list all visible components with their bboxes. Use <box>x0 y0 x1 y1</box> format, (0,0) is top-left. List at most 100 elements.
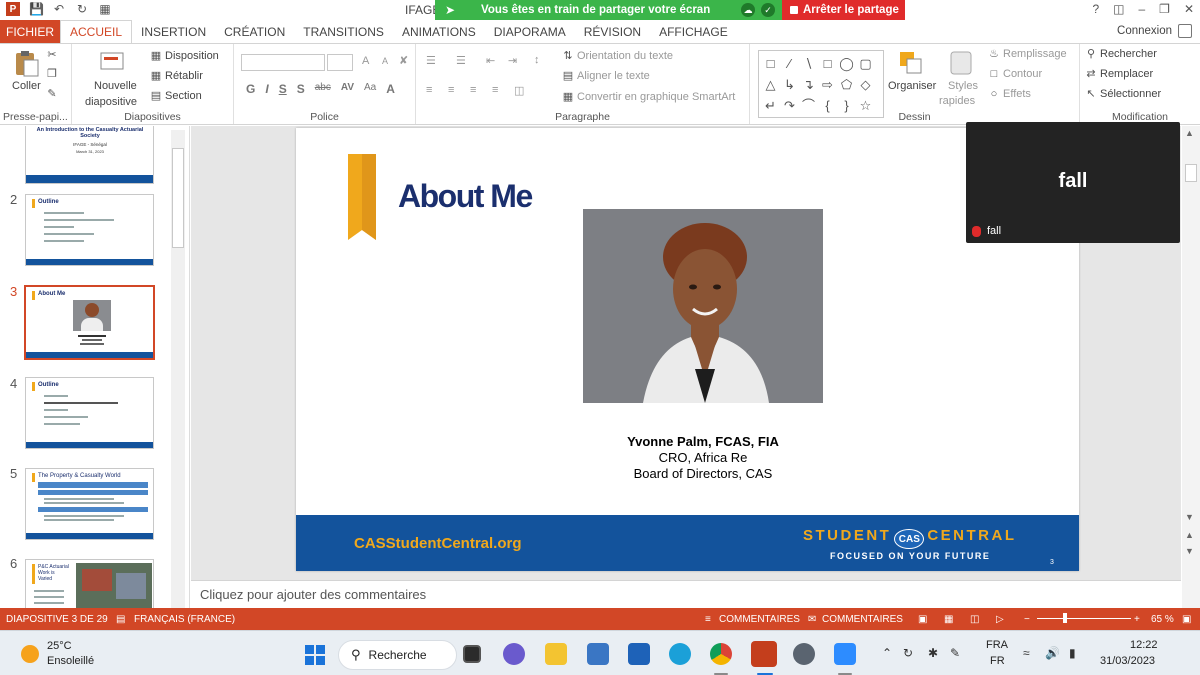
increase-indent-icon[interactable]: ⇥ <box>508 54 517 67</box>
justify-icon[interactable]: ≡ <box>492 84 498 96</box>
pen-icon[interactable]: ✎ <box>950 646 960 660</box>
tab-design[interactable]: CRÉATION <box>215 20 294 43</box>
taskbar-time[interactable]: 12:22 <box>1130 639 1158 651</box>
zoom-slider[interactable] <box>1037 618 1131 619</box>
shrink-font-button[interactable]: A <box>382 56 388 66</box>
align-text-button[interactable]: ▤ Aligner le texte <box>562 70 650 82</box>
elbow-shape-icon[interactable]: ↳ <box>780 74 799 95</box>
text-direction-button[interactable]: ⇅ Orientation du texte <box>562 50 673 62</box>
shape-outline-button[interactable]: □ Contour <box>988 68 1042 80</box>
slide-thumbnail-5[interactable]: The Property & Casualty World <box>25 468 154 540</box>
diagonal-shape-icon[interactable]: ∖ <box>799 53 818 74</box>
layout-button[interactable]: ▦ Disposition <box>150 50 219 62</box>
file-explorer-icon[interactable] <box>545 643 567 665</box>
rounded-rect-shape-icon[interactable]: ▢ <box>856 53 875 74</box>
scroll-up-icon[interactable]: ▲ <box>1185 128 1194 138</box>
quick-styles-icon[interactable] <box>946 48 976 78</box>
slide-sorter-icon[interactable]: ▦ <box>944 614 953 625</box>
task-view-icon[interactable] <box>463 645 481 663</box>
notes-placeholder[interactable]: Cliquez pour ajouter des commentaires <box>200 587 426 602</box>
pentagon-shape-icon[interactable]: ⬠ <box>837 74 856 95</box>
restore-icon[interactable]: ❐ <box>1159 2 1170 16</box>
numbering-icon[interactable]: ☰ <box>456 54 466 67</box>
slide-thumbnail-4[interactable]: Outline <box>25 377 154 449</box>
change-case-button[interactable]: Aa <box>364 82 376 96</box>
tab-transitions[interactable]: TRANSITIONS <box>294 20 393 43</box>
bluetooth-icon[interactable]: ✱ <box>928 646 938 660</box>
taskbar-date[interactable]: 31/03/2023 <box>1100 655 1155 667</box>
language-status[interactable]: FRANÇAIS (FRANCE) <box>134 614 235 625</box>
settings-gear-icon[interactable] <box>793 643 815 665</box>
tab-animations[interactable]: ANIMATIONS <box>393 20 485 43</box>
zoom-app-icon[interactable] <box>834 643 856 665</box>
spellcheck-icon[interactable]: ▤ <box>116 614 125 625</box>
slide-title[interactable]: About Me <box>398 178 533 215</box>
tab-view[interactable]: AFFICHAGE <box>650 20 737 43</box>
next-slide-icon[interactable]: ▼ <box>1185 546 1194 556</box>
ribbon-display-icon[interactable]: ◫ <box>1113 2 1124 16</box>
character-spacing-button[interactable]: AV <box>341 82 354 96</box>
slide-thumbnail-2[interactable]: Outline <box>25 194 154 266</box>
new-slide-button-line2[interactable]: diapositive <box>85 96 137 108</box>
square-shape-icon[interactable]: □ <box>818 53 837 74</box>
minimize-button[interactable]: – <box>1138 2 1145 16</box>
start-windows-icon[interactable] <box>305 645 325 665</box>
shapes-gallery[interactable]: □ ∕ ∖ □ ◯ ▢ △ ↳ ↴ ⇨ ⬠ ◇ ↵ ↷ ⌒ { } ☆ <box>758 50 884 118</box>
quick-styles-line2[interactable]: rapides <box>939 95 975 107</box>
speaker-board-role[interactable]: Board of Directors, CAS <box>546 466 860 481</box>
taskbar-search[interactable]: ⚲ Recherche <box>338 640 457 670</box>
tab-home[interactable]: ACCUEIL <box>60 20 133 43</box>
chat-icon[interactable] <box>503 643 525 665</box>
clear-format-icon[interactable]: ✘ <box>399 54 408 67</box>
normal-view-icon[interactable]: ▣ <box>918 614 927 625</box>
new-slide-icon[interactable] <box>98 48 128 78</box>
bold-button[interactable]: G <box>246 82 255 96</box>
decrease-indent-icon[interactable]: ⇤ <box>486 54 495 67</box>
arrow-shape-icon[interactable]: ⇨ <box>818 74 837 95</box>
fit-slide-icon[interactable]: ▣ <box>1182 614 1191 625</box>
copy-icon[interactable]: ❐ <box>46 68 58 80</box>
zoom-out-icon[interactable]: − <box>1024 614 1030 625</box>
smartart-button[interactable]: ▦ Convertir en graphique SmartArt <box>562 91 736 103</box>
redo-icon[interactable]: ↻ <box>75 2 89 16</box>
cut-icon[interactable]: ✂ <box>46 49 58 61</box>
align-left-icon[interactable]: ≡ <box>426 84 432 96</box>
slide-thumbnail-6[interactable]: P&C Actuarial Work is Varied <box>25 559 154 608</box>
comments-toggle[interactable]: COMMENTAIRES <box>822 614 903 625</box>
align-center-icon[interactable]: ≡ <box>448 84 454 96</box>
sun-icon[interactable] <box>21 645 39 663</box>
tab-review[interactable]: RÉVISION <box>575 20 650 43</box>
font-family-field[interactable] <box>241 54 325 71</box>
rectangle-shape-icon[interactable]: □ <box>761 53 780 74</box>
align-right-icon[interactable]: ≡ <box>470 84 476 96</box>
speaker-role[interactable]: CRO, Africa Re <box>546 450 860 465</box>
line-spacing-icon[interactable]: ↕ <box>534 54 540 66</box>
slideshow-icon[interactable]: ▷ <box>996 614 1004 625</box>
battery-icon[interactable]: ▮ <box>1069 646 1076 660</box>
oval-shape-icon[interactable]: ◯ <box>837 53 856 74</box>
help-button[interactable]: ? <box>1092 2 1099 16</box>
sync-icon[interactable]: ↻ <box>903 646 913 660</box>
thumbnails-scrollbar[interactable] <box>171 130 185 608</box>
weather-temperature[interactable]: 25°C <box>47 640 72 652</box>
tray-overflow-icon[interactable]: ⌃ <box>882 646 892 660</box>
close-icon[interactable]: ✕ <box>1184 2 1194 16</box>
italic-button[interactable]: I <box>265 82 268 96</box>
save-icon[interactable]: 💾 <box>29 2 44 16</box>
paste-icon[interactable] <box>12 49 42 79</box>
arrange-button[interactable]: Organiser <box>888 80 936 92</box>
tab-file[interactable]: FICHIER <box>0 20 60 43</box>
scroll-down-icon[interactable]: ▼ <box>1185 512 1194 522</box>
zoom-in-icon[interactable]: + <box>1134 614 1140 625</box>
paste-button[interactable]: Coller <box>12 80 41 92</box>
bullets-icon[interactable]: ☰ <box>426 54 436 67</box>
participant-video-tile[interactable]: fall fall <box>966 122 1180 243</box>
notes-toggle[interactable]: COMMENTAIRES <box>719 614 800 625</box>
shadow-button[interactable]: S <box>297 82 305 96</box>
comments-icon[interactable]: ✉ <box>808 614 816 625</box>
mail-icon[interactable] <box>628 643 650 665</box>
powerpoint-taskbar-icon[interactable] <box>751 641 777 667</box>
section-button[interactable]: ▤ Section <box>150 90 202 102</box>
tab-insert[interactable]: INSERTION <box>132 20 215 43</box>
slide-scroll-thumb[interactable] <box>1185 164 1197 182</box>
